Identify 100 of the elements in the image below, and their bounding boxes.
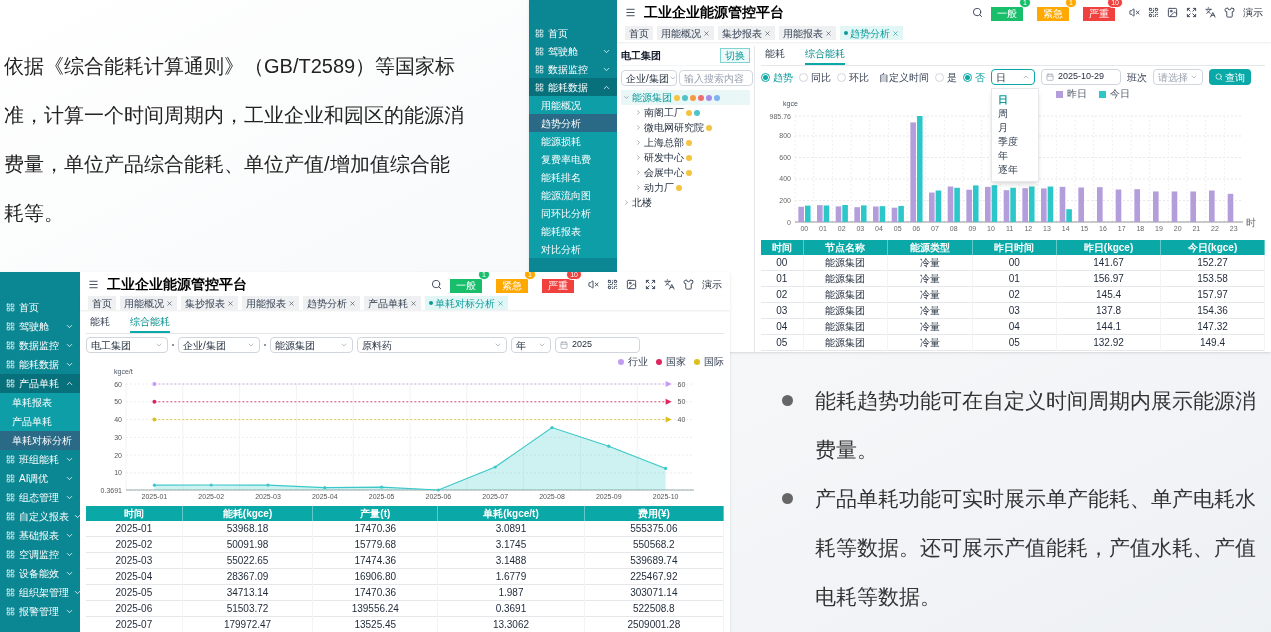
search-icon[interactable] xyxy=(972,6,983,18)
user-name[interactable]: 演示 xyxy=(702,276,722,292)
sidebar-item[interactable]: AI调优 xyxy=(0,469,80,488)
tree-node[interactable]: 能源集团 xyxy=(621,90,750,105)
select-field[interactable]: 年 xyxy=(511,337,551,353)
tree-node[interactable]: 南阁工厂 xyxy=(633,105,750,120)
sidebar-item[interactable]: 报警管理 xyxy=(0,602,80,621)
sidebar-item[interactable]: 空调监控 xyxy=(0,545,80,564)
submenu-item[interactable]: 同环比分析 xyxy=(529,204,617,222)
tree-node[interactable]: 上海总部 xyxy=(633,135,750,150)
close-icon[interactable] xyxy=(166,299,173,307)
close-icon[interactable] xyxy=(825,29,832,37)
query-button[interactable]: 查询 xyxy=(1209,69,1251,85)
sidebar-item[interactable]: 能耗数据 xyxy=(529,78,617,96)
dropdown-option[interactable]: 逐年 xyxy=(992,163,1038,177)
dropdown-option[interactable]: 月 xyxy=(992,121,1038,135)
dropdown-option[interactable]: 日 xyxy=(992,93,1038,107)
shirt-icon[interactable] xyxy=(1224,6,1235,18)
mute-icon[interactable] xyxy=(588,278,599,290)
tree-node[interactable]: 研发中心 xyxy=(633,150,750,165)
close-icon[interactable] xyxy=(410,299,417,307)
dropdown-option[interactable]: 周 xyxy=(992,107,1038,121)
alert-button[interactable]: 严重 xyxy=(1083,7,1115,21)
sidebar-item[interactable]: 设备能效 xyxy=(0,564,80,583)
close-icon[interactable] xyxy=(703,29,710,37)
sidebar-item[interactable]: 首页 xyxy=(529,24,617,42)
sidebar-item[interactable]: 组态管理 xyxy=(0,488,80,507)
sidebar-item[interactable]: 班组能耗 xyxy=(0,450,80,469)
switch-button[interactable]: 切换 xyxy=(720,48,750,63)
close-icon[interactable] xyxy=(764,29,771,37)
alert-button[interactable]: 一般 xyxy=(991,7,1023,21)
sidebar-item[interactable]: 自定义报表 xyxy=(0,507,80,526)
page-tab[interactable]: 集抄报表 xyxy=(718,26,775,40)
user-name[interactable]: 演示 xyxy=(1243,4,1263,20)
close-icon[interactable] xyxy=(349,299,356,307)
date-field[interactable]: 2025 xyxy=(555,337,640,353)
page-tab[interactable]: 首页 xyxy=(88,296,116,310)
tree-node[interactable]: 微电网研究院 xyxy=(633,120,750,135)
dropdown-option[interactable]: 季度 xyxy=(992,135,1038,149)
sidebar-item[interactable]: 驾驶舱 xyxy=(0,317,80,336)
select-field[interactable]: 电工集团 xyxy=(86,337,168,353)
dropdown-option[interactable]: 年 xyxy=(992,149,1038,163)
mute-icon[interactable] xyxy=(1129,6,1140,18)
sidebar-item[interactable]: 组织架管理 xyxy=(0,583,80,602)
fullscreen-icon[interactable] xyxy=(1186,6,1197,18)
select-field[interactable]: 能源集团 xyxy=(270,337,353,353)
submenu-item[interactable]: 单耗报表 xyxy=(0,393,80,412)
submenu-item[interactable]: 单耗对标分析 xyxy=(0,431,80,450)
qr-code-icon[interactable] xyxy=(1148,6,1159,18)
submenu-item[interactable]: 复费率电费 xyxy=(529,150,617,168)
content-tab[interactable]: 能耗 xyxy=(765,46,785,65)
tree-node[interactable]: 会展中心 xyxy=(633,165,750,180)
content-tab[interactable]: 综合能耗 xyxy=(805,46,845,65)
tree-node[interactable]: 动力厂 xyxy=(633,180,750,195)
alert-button[interactable]: 一般 xyxy=(450,279,482,293)
page-tab[interactable]: 集抄报表 xyxy=(181,296,238,310)
tree-node[interactable]: 北楼 xyxy=(621,195,750,210)
image-icon[interactable] xyxy=(626,278,637,290)
image-icon[interactable] xyxy=(1167,6,1178,18)
page-tab[interactable]: 用能报表 xyxy=(242,296,299,310)
content-tab[interactable]: 能耗 xyxy=(90,314,110,333)
page-tab[interactable]: 用能概况 xyxy=(120,296,177,310)
page-tab[interactable]: 用能概况 xyxy=(657,26,714,40)
translate-icon[interactable] xyxy=(664,278,675,290)
sidebar-item[interactable]: 数据监控 xyxy=(529,60,617,78)
select-field[interactable]: 日 xyxy=(991,69,1035,85)
submenu-item[interactable]: 对比分析 xyxy=(529,240,617,258)
submenu-item[interactable]: 能耗报表 xyxy=(529,222,617,240)
sidebar-item[interactable]: 数据监控 xyxy=(0,336,80,355)
select-field[interactable]: 企业/集团 xyxy=(178,337,260,353)
submenu-item[interactable]: 产品单耗 xyxy=(0,412,80,431)
submenu-item[interactable]: 能源流向图 xyxy=(529,186,617,204)
sidebar-item[interactable]: 产品单耗 xyxy=(0,374,80,393)
close-icon[interactable] xyxy=(227,299,234,307)
date-field[interactable]: 2025-10-29 xyxy=(1041,69,1121,85)
shirt-icon[interactable] xyxy=(683,278,694,290)
page-tab[interactable]: 单耗对标分析 xyxy=(425,296,508,310)
page-tab[interactable]: 趋势分析 xyxy=(303,296,360,310)
submenu-item[interactable]: 能源损耗 xyxy=(529,132,617,150)
sidebar-item[interactable]: 首页 xyxy=(0,298,80,317)
translate-icon[interactable] xyxy=(1205,6,1216,18)
submenu-item[interactable]: 能耗排名 xyxy=(529,168,617,186)
select-field[interactable]: 企业/集团 xyxy=(621,70,677,86)
menu-icon[interactable] xyxy=(625,6,636,18)
alert-button[interactable]: 严重 xyxy=(542,279,574,293)
close-icon[interactable] xyxy=(288,299,295,307)
submenu-item[interactable]: 趋势分析 xyxy=(529,114,617,132)
content-tab[interactable]: 综合能耗 xyxy=(130,314,170,333)
submenu-item[interactable]: 用能概况 xyxy=(529,96,617,114)
fullscreen-icon[interactable] xyxy=(645,278,656,290)
select-field[interactable]: 请选择 xyxy=(1153,69,1203,85)
select-field[interactable]: 原料药 xyxy=(357,337,507,353)
menu-icon[interactable] xyxy=(88,278,99,290)
page-tab[interactable]: 用能报表 xyxy=(779,26,836,40)
sidebar-item[interactable]: 基础报表 xyxy=(0,526,80,545)
search-icon[interactable] xyxy=(431,278,442,290)
page-tab[interactable]: 产品单耗 xyxy=(364,296,421,310)
sidebar-item[interactable]: 驾驶舱 xyxy=(529,42,617,60)
sidebar-item[interactable]: 能耗数据 xyxy=(0,355,80,374)
page-tab[interactable]: 趋势分析 xyxy=(840,26,903,40)
